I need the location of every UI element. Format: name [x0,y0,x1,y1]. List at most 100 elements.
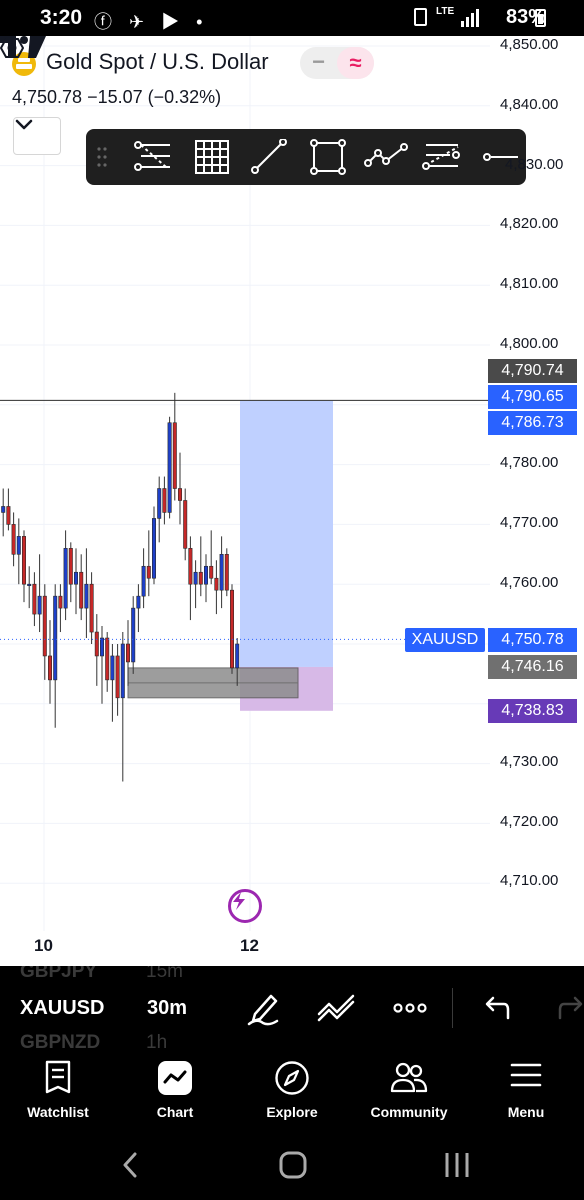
candle-body [172,422,177,489]
candle-body [37,595,42,615]
nav-menu[interactable]: Menu [476,1054,576,1130]
minus-icon[interactable]: − [300,47,337,79]
candle-body [146,565,151,579]
candle-body [53,595,58,681]
nav-label: Community [370,1104,448,1120]
timeframe-selector[interactable]: 30m [147,997,187,1020]
candle-body [6,506,11,525]
approx-icon[interactable]: ≈ [337,47,374,79]
stop-price-label: 4,738.83 [488,699,577,723]
candle-body [188,548,193,585]
candle-body [94,631,99,657]
candle-body [204,565,209,585]
prev-symbol[interactable]: GBPJPY [20,966,97,983]
nav-label: Menu [507,1104,545,1120]
signal-icon [461,9,479,27]
chart-type-toggle[interactable]: − ≈ [300,47,374,79]
candle-body [115,655,120,699]
candle-body [230,589,235,669]
candle-body [84,583,89,609]
prev-timeframe[interactable]: 15m [146,966,183,983]
nav-chart[interactable]: Chart [125,1054,225,1130]
candle-body [131,607,136,663]
back-icon[interactable] [120,1150,140,1180]
battery-icon [535,9,546,27]
candle-body [89,583,94,633]
next-timeframe[interactable]: 1h [146,1032,167,1054]
time-tick: 10 [34,936,53,955]
redo-icon[interactable] [558,990,584,1026]
undo-icon[interactable] [482,990,510,1026]
candle-body [79,571,84,609]
price-tick: 4,780.00 [500,454,559,471]
rectangle-icon [310,139,346,175]
drag-handle-icon[interactable] [96,146,108,168]
candle-body [11,524,16,555]
symbol-selector[interactable]: XAUUSD [20,997,104,1020]
time-tick: 12 [240,936,259,955]
candle-body [183,500,188,549]
path-tool[interactable] [358,129,408,185]
recents-icon[interactable] [444,1150,470,1180]
settings-icon[interactable] [0,36,24,60]
candle-body [157,488,162,519]
chart-icon [158,1061,192,1095]
candle-body [63,548,68,609]
symbol-tag: XAUUSD [405,628,485,652]
candle-body [141,565,146,597]
symbol-title[interactable]: Gold Spot / U.S. Dollar [46,49,269,75]
fib-retracement-icon [134,141,170,171]
nav-label: Chart [156,1104,194,1120]
target-mid-label: 4,786.73 [488,411,577,435]
trend-line-tool[interactable] [242,129,292,185]
symbol-toolbar: GBPJPY 15m XAUUSD 30m GBPNZD 1h [0,966,584,1054]
line-level-label: 4,790.74 [488,359,577,383]
candle-body [152,518,157,579]
pen-icon[interactable] [247,990,281,1026]
candle-body [100,637,105,657]
target-top-label: 4,790.65 [488,385,577,409]
status-bar: 3:20 ⓕ ✈ ▶ • LTE 83% [0,0,584,36]
path-icon [364,143,408,167]
candle-body [235,643,240,669]
home-icon[interactable] [279,1150,307,1180]
nav-watchlist[interactable]: Watchlist [8,1054,108,1130]
price-tick: 4,810.00 [500,275,559,292]
compass-icon [275,1061,309,1095]
candle-body [219,553,224,591]
indicators-icon[interactable] [317,990,357,1026]
chevron-down-icon [15,119,33,130]
entry-price-label: 4,746.16 [488,655,577,679]
price-tick: 4,850.00 [500,36,559,53]
fib-retracement-tool[interactable] [126,129,176,185]
nav-explore[interactable]: Explore [242,1054,342,1130]
price-tick: 4,830.00 [505,156,564,173]
rectangle-tool[interactable] [300,129,350,185]
price-change-line: 4,750.78 −15.07 (−0.32%) [12,87,222,107]
candle-body [162,488,167,513]
candle-body [58,595,63,609]
status-time: 3:20 [40,6,83,29]
price-tick: 4,760.00 [500,574,559,591]
pitchfork-icon [422,144,460,170]
system-nav-bar [0,1130,584,1200]
gann-box-tool[interactable] [184,129,234,185]
watchlist-icon [45,1060,71,1094]
candle-body [32,583,37,615]
nav-label: Watchlist [27,1104,89,1120]
network-label: LTE [436,6,455,17]
nav-community[interactable]: Community [359,1054,459,1130]
chart-area[interactable]: Gold Spot / U.S. Dollar − ≈ 4,750.78 −15… [0,36,584,966]
more-icon[interactable] [393,990,427,1026]
menu-icon [510,1063,542,1087]
next-symbol[interactable]: GBPNZD [20,1032,100,1054]
pitchfork-tool[interactable] [416,129,466,185]
candle-body [224,553,229,591]
collapse-legend-button[interactable] [13,117,61,155]
flash-button[interactable] [228,889,262,923]
price-tick: 4,710.00 [500,872,559,889]
candle-body [105,637,110,681]
lock-icon [414,8,427,26]
current-price-label: 4,750.78 [488,628,577,652]
bottom-nav: Watchlist Chart Explore Community Menu [0,1054,584,1130]
